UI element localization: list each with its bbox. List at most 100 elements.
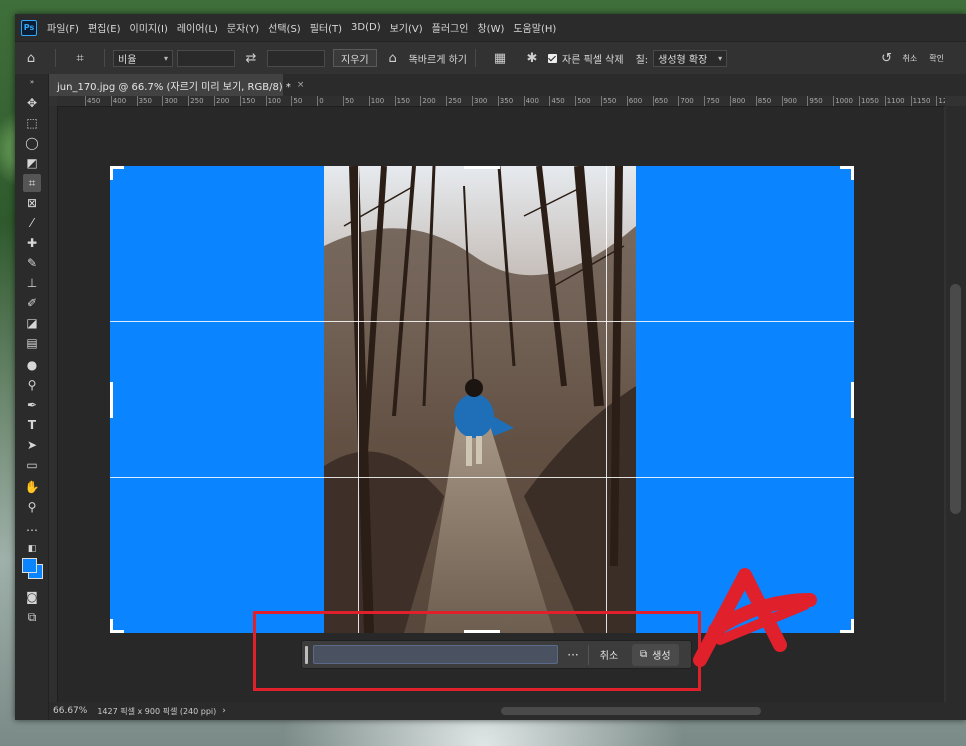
delete-cropped-checkbox[interactable] — [548, 53, 557, 63]
divider — [55, 49, 56, 67]
cancel-crop-button[interactable]: 취소 — [903, 53, 918, 64]
screen-mode-icon[interactable]: ⧉ — [23, 608, 41, 626]
crop-handle-bottom-left[interactable] — [110, 619, 113, 633]
menu-window[interactable]: 창(W) — [477, 20, 504, 35]
menu-edit[interactable]: 편집(E) — [88, 20, 121, 35]
ruler-tick-label: 200 — [214, 96, 230, 106]
document-info: 1427 픽셀 x 900 픽셀 (240 ppi) — [97, 706, 217, 716]
stamp-tool-icon[interactable]: ⊥ — [23, 274, 41, 292]
foreground-color-swatch[interactable] — [22, 558, 37, 573]
healing-tool-icon[interactable]: ✚ — [23, 234, 41, 252]
height-field[interactable] — [267, 49, 325, 67]
fill-select-value: 생성형 확장 — [658, 54, 708, 66]
ruler-tick-label: 300 — [162, 96, 178, 106]
scrollbar-thumb[interactable] — [501, 707, 761, 715]
menu-bar: Ps 파일(F) 편집(E) 이미지(I) 레이어(L) 문자(Y) 선택(S)… — [15, 14, 966, 41]
zoom-tool-icon[interactable]: ⚲ — [23, 498, 41, 516]
marquee-tool-icon[interactable]: ⬚ — [23, 114, 41, 132]
close-icon[interactable]: × — [297, 80, 305, 90]
ruler-tick-label: 100 — [368, 96, 385, 106]
ruler-tick-label: 350 — [497, 96, 514, 106]
divider — [104, 49, 105, 67]
annotation-arrow-scribble — [693, 568, 817, 667]
ruler-tick-label: 50 — [291, 96, 303, 106]
ruler-tick-label: 150 — [239, 96, 256, 106]
horizontal-scrollbar[interactable] — [269, 706, 966, 716]
straighten-icon[interactable]: ⌂ — [385, 50, 401, 66]
crop-grid-line — [358, 166, 359, 633]
menu-image[interactable]: 이미지(I) — [130, 20, 168, 35]
menu-3d[interactable]: 3D(D) — [351, 22, 381, 33]
collapse-icon[interactable]: » — [23, 78, 41, 86]
crop-handle-top-left[interactable] — [110, 166, 113, 180]
fill-select[interactable]: 생성형 확장 ▾ — [653, 49, 728, 67]
crop-handle-right[interactable] — [851, 382, 854, 418]
menu-file[interactable]: 파일(F) — [47, 20, 79, 35]
more-tools-icon[interactable]: … — [23, 518, 41, 536]
swap-icon[interactable]: ⇄ — [243, 50, 259, 66]
ruler-tick-label: 50 — [343, 96, 354, 106]
crop-handle-top-right[interactable] — [851, 166, 854, 180]
status-arrow-icon[interactable]: › — [222, 706, 226, 716]
ruler-tick-label: 250 — [446, 96, 462, 106]
eyedropper-tool-icon[interactable]: ⁄ — [23, 214, 41, 232]
ruler-tick-label: 200 — [420, 96, 436, 106]
brush-tool-icon[interactable]: ✎ — [23, 254, 41, 272]
crop-tool-icon[interactable]: ⌗ — [72, 50, 88, 66]
hand-tool-icon[interactable]: ✋ — [23, 478, 41, 496]
menu-select[interactable]: 선택(S) — [268, 20, 301, 35]
ruler-tick-label: 100 — [265, 96, 281, 106]
history-brush-icon[interactable]: ✐ — [23, 294, 41, 312]
vertical-scrollbar[interactable] — [946, 106, 966, 702]
lasso-tool-icon[interactable]: ◯ — [23, 134, 41, 152]
menu-plugins[interactable]: 플러그인 — [432, 20, 469, 35]
menu-view[interactable]: 보기(V) — [390, 20, 423, 35]
crop-tool-icon[interactable]: ⌗ — [23, 174, 41, 192]
frame-tool-icon[interactable]: ⊠ — [23, 194, 41, 212]
reset-icon[interactable]: ↺ — [879, 50, 895, 66]
blur-tool-icon[interactable]: ● — [23, 356, 41, 374]
home-icon[interactable]: ⌂ — [23, 50, 39, 66]
chevron-down-icon: ▾ — [718, 53, 723, 63]
ruler-tick-label: 650 — [652, 96, 668, 106]
pen-tool-icon[interactable]: ✒ — [23, 396, 41, 414]
ruler-tick-label: 1050 — [859, 96, 879, 106]
crop-grid-line — [606, 166, 607, 633]
chevron-down-icon: ▾ — [163, 53, 168, 63]
ruler-tick-label: 300 — [472, 96, 488, 106]
ruler-tick-label: 500 — [575, 96, 591, 106]
menu-layer[interactable]: 레이어(L) — [177, 20, 218, 35]
ruler-tick-label: 350 — [136, 96, 152, 106]
grid-overlay-icon[interactable]: ▦ — [492, 50, 508, 66]
crop-handle-top[interactable] — [464, 166, 500, 169]
ruler-tick-label: 1000 — [833, 96, 854, 106]
ruler-tick-label: 1150 — [910, 96, 931, 106]
scrollbar-thumb[interactable] — [950, 284, 961, 514]
gear-icon[interactable]: ✱ — [524, 50, 540, 66]
divider — [475, 49, 476, 67]
default-colors-icon[interactable]: ◧ — [23, 540, 41, 558]
type-tool-icon[interactable]: T — [23, 416, 41, 434]
object-select-tool-icon[interactable]: ◩ — [23, 154, 41, 172]
menu-filter[interactable]: 필터(T) — [310, 20, 342, 35]
menu-help[interactable]: 도움말(H) — [513, 20, 556, 35]
path-select-tool-icon[interactable]: ➤ — [23, 436, 41, 454]
quick-mask-icon[interactable]: ◙ — [23, 588, 41, 606]
rectangle-tool-icon[interactable]: ▭ — [23, 456, 41, 474]
document-tab-title: jun_170.jpg @ 66.7% (자르기 미리 보기, RGB/8) * — [57, 81, 291, 93]
crop-handle-left[interactable] — [110, 382, 113, 418]
eraser-tool-icon[interactable]: ◪ — [23, 314, 41, 332]
clear-button[interactable]: 지우기 — [333, 49, 377, 67]
ratio-select[interactable]: 비율 ▾ — [113, 49, 173, 67]
menu-type[interactable]: 문자(Y) — [227, 20, 259, 35]
move-tool-icon[interactable]: ✥ — [23, 94, 41, 112]
straighten-label[interactable]: 똑바르게 하기 — [409, 51, 467, 66]
document-tab[interactable]: jun_170.jpg @ 66.7% (자르기 미리 보기, RGB/8) *… — [49, 74, 304, 96]
width-field[interactable] — [177, 49, 235, 67]
crop-handle-bottom-right[interactable] — [851, 619, 854, 633]
zoom-level[interactable]: 66.67% — [53, 706, 87, 716]
gradient-tool-icon[interactable]: ▤ — [23, 334, 41, 352]
dodge-tool-icon[interactable]: ⚲ — [23, 376, 41, 394]
annotation-highlight-box — [253, 611, 701, 691]
commit-crop-button[interactable]: 확인 — [929, 53, 944, 64]
